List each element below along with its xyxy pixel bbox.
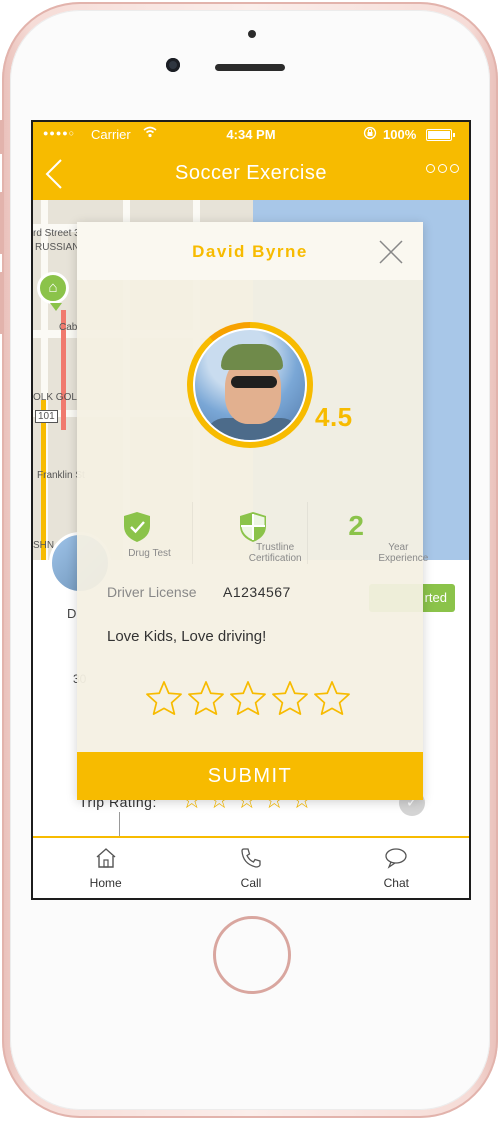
badge-drug-test: Drug Test [77,502,192,564]
badge-label: Drug Test [128,548,171,559]
driver-photo [193,328,307,442]
badge-label: Trustline Certification [248,542,302,564]
experience-label: Year Experience [378,542,429,564]
badge-trustline: Trustline Certification [191,502,308,564]
experience-years: 2 [348,510,364,541]
driver-rating-value: 4.5 [315,402,353,432]
map-street-label: 101 [35,410,58,423]
more-icon[interactable] [426,164,459,173]
tab-label: Call [240,876,262,890]
star-icon[interactable] [187,680,225,716]
star-icon[interactable] [313,680,351,716]
tab-label: Chat [383,876,409,890]
driver-tagline: Love Kids, Love driving! [107,628,267,645]
driver-name: David Byrne [192,242,308,261]
rotation-lock-icon [363,126,377,143]
nav-bar: Soccer Exercise [33,148,469,200]
driver-photo-ring [187,322,313,448]
map-street-label: OLK GOL [33,392,77,403]
map-street-label: rd Street 3 [33,228,80,239]
rating-stars [145,680,351,716]
status-bar: ●●●●○ Carrier 4:34 PM 100% [33,122,469,148]
badge-experience: 2 Year Experience [307,502,429,564]
tab-call[interactable]: Call [178,838,323,898]
shield-icon [237,510,269,544]
volume-up-button [0,192,4,254]
map-street-label: Cab [59,322,78,333]
star-icon[interactable] [271,680,309,716]
home-icon [94,846,118,870]
sensor-dot [248,30,256,38]
map-street-label: RUSSIAN [35,242,80,253]
divider [119,812,120,836]
close-icon[interactable] [377,238,405,266]
screen: ●●●●○ Carrier 4:34 PM 100% Soccer Exerci… [33,122,469,898]
earpiece-speaker [215,64,285,71]
home-pin-icon[interactable]: ⌂ [37,272,69,311]
submit-button[interactable]: SUBMIT [77,752,423,800]
star-icon[interactable] [145,680,183,716]
driver-name: D [67,606,77,621]
front-camera [166,58,180,72]
driver-rating-modal: David Byrne 4.5 Drug Test Trustline Cert… [77,222,429,800]
shield-check-icon [121,510,153,544]
mute-switch [0,120,4,154]
battery-icon [426,129,455,141]
nav-title: Soccer Exercise [175,162,327,184]
license-value: A1234567 [223,584,291,600]
tab-chat[interactable]: Chat [324,838,469,898]
star-icon[interactable] [229,680,267,716]
tab-bar: Home Call Chat [33,836,469,898]
phone-icon [239,846,263,870]
modal-header: David Byrne [77,222,423,280]
home-button[interactable] [213,916,291,994]
license-label: Driver License [107,584,197,600]
tab-label: Home [89,876,122,890]
chat-icon [384,846,408,870]
driver-badges: Drug Test Trustline Certification 2 Year E… [77,502,429,564]
battery-percent: 100% [383,127,417,142]
tab-home[interactable]: Home [33,838,178,898]
volume-down-button [0,272,4,334]
